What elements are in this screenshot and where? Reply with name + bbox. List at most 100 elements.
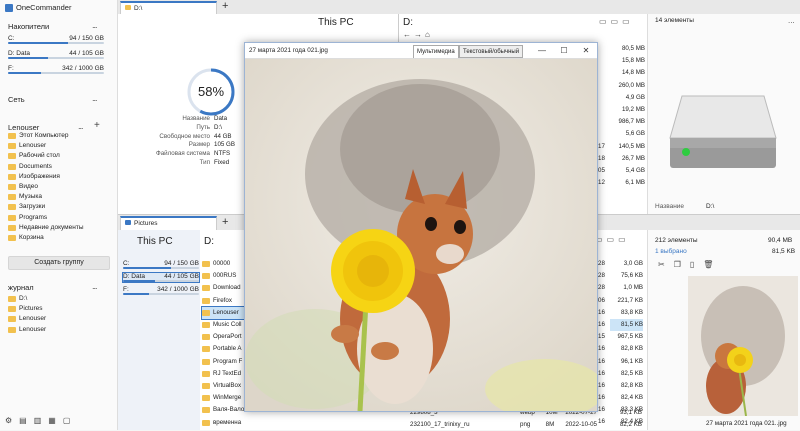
tab-text[interactable]: Текстовый/обычный bbox=[459, 45, 524, 58]
folder-icon bbox=[8, 194, 16, 201]
sidebar-item[interactable]: Загрузки bbox=[8, 202, 113, 212]
drive-item[interactable]: D: Data 44 / 105 GB bbox=[8, 50, 104, 59]
size-cell: 82,4 KB bbox=[620, 394, 643, 402]
layout-icon[interactable]: ▤ bbox=[19, 416, 27, 425]
drive-item[interactable]: D: Data 44 / 105 GB bbox=[122, 272, 200, 283]
folder-name: Lenouser bbox=[213, 308, 239, 316]
folder-icon bbox=[202, 370, 210, 377]
journal-item[interactable]: Lenouser bbox=[8, 314, 113, 324]
sidebar-item[interactable]: Корзина bbox=[8, 233, 113, 243]
folder-row[interactable]: Download bbox=[202, 282, 246, 294]
columns-icon[interactable]: ▥ bbox=[34, 416, 42, 425]
folder-name: Music Coll bbox=[213, 321, 242, 329]
new-tab-button[interactable]: + bbox=[222, 0, 228, 12]
sidebar-item[interactable]: Недавние документы bbox=[8, 223, 113, 233]
settings-icon[interactable]: ⚙ bbox=[5, 416, 12, 425]
folder-row[interactable]: 00000 bbox=[202, 258, 246, 270]
date-cell bbox=[598, 92, 612, 104]
date-cell: 18 bbox=[598, 154, 605, 162]
journal-item[interactable]: Pictures bbox=[8, 304, 113, 314]
path-label-2: D: bbox=[204, 236, 214, 247]
drive-row: C: 94 / 150 GB bbox=[8, 35, 104, 42]
folder-name: RJ TextEd bbox=[213, 369, 242, 377]
folder-row[interactable]: Firefox bbox=[202, 295, 246, 307]
sidebar-item[interactable]: Изображения bbox=[8, 172, 113, 182]
drive-usage: 44 / 105 GB bbox=[164, 273, 199, 280]
file-name: 232100_17_trinixy_ru bbox=[410, 421, 470, 429]
sidebar-item-label: Корзина bbox=[19, 233, 44, 241]
drive-item[interactable]: F: 342 / 1000 GB bbox=[123, 286, 199, 295]
folder-row[interactable]: временна bbox=[202, 416, 246, 428]
window-icon[interactable]: ▢ bbox=[63, 416, 71, 425]
pane-toolbar-icons-2[interactable]: ▭▭▭ bbox=[595, 235, 630, 244]
pane-toolbar-icons[interactable]: ▭▭▭ bbox=[599, 17, 634, 26]
tab-multimedia[interactable]: Мультимедиа bbox=[413, 45, 459, 58]
paste-icon[interactable]: ▯ bbox=[690, 260, 694, 269]
copy-icon[interactable]: ❐ bbox=[674, 260, 681, 269]
folder-row[interactable]: Program F bbox=[202, 356, 246, 368]
size-cell: 260,0 MB bbox=[618, 81, 645, 89]
sidebar-item-label: Этот Компьютер bbox=[19, 132, 69, 140]
viewer-titlebar[interactable]: 27 марта 2021 года 021.jpg Мультимедиа Т… bbox=[245, 43, 597, 59]
sidebar-item-label: Изображения bbox=[19, 172, 60, 180]
sidebar-item-label: Загрузки bbox=[19, 203, 46, 211]
drive-item[interactable]: C: 94 / 150 GB bbox=[123, 260, 199, 269]
folder-row[interactable]: OperaPort bbox=[202, 331, 246, 343]
sidebar-item[interactable]: Музыка bbox=[8, 192, 113, 202]
close-button[interactable]: ✕ bbox=[575, 43, 597, 59]
size-cell: 967,5 KB bbox=[617, 333, 643, 341]
bottom-info-pane: 212 элементы 90,4 MB 1 выбрано 81,5 KB ✂… bbox=[647, 230, 800, 430]
network-more-button[interactable]: ... bbox=[92, 93, 97, 103]
journal-more-button[interactable]: ... bbox=[92, 281, 97, 291]
drive-item[interactable]: F: 342 / 1000 GB bbox=[8, 65, 104, 74]
viewer-title: 27 марта 2021 года 021.jpg bbox=[249, 47, 328, 54]
file-row[interactable]: 232100_17_trinixy_ru png 8M 2022-10-05 82,2 … bbox=[410, 419, 642, 431]
folder-row[interactable]: 000RUS bbox=[202, 270, 246, 282]
folder-icon bbox=[202, 407, 210, 414]
info-more-button[interactable]: ... bbox=[788, 16, 795, 25]
folder-row[interactable]: Music Coll bbox=[202, 319, 246, 331]
drive-usage-bar bbox=[123, 267, 199, 269]
user-more-button[interactable]: ... bbox=[78, 121, 83, 131]
date-cell: 17 bbox=[598, 142, 605, 150]
delete-icon[interactable]: 🗑 bbox=[703, 260, 713, 269]
user-add-button[interactable]: + bbox=[94, 120, 100, 131]
view-icon[interactable]: ▦ bbox=[48, 416, 56, 425]
date-cell: 28 bbox=[598, 272, 605, 280]
folder-row[interactable]: Валя-Вало bbox=[202, 404, 246, 416]
tab-d-drive[interactable]: D:\ bbox=[120, 1, 217, 14]
sidebar-item[interactable]: Рабочий стол bbox=[8, 151, 113, 161]
folder-row[interactable]: RJ TextEd bbox=[202, 368, 246, 380]
maximize-button[interactable]: ☐ bbox=[553, 43, 575, 59]
create-group-button[interactable]: Создать группу bbox=[8, 256, 110, 270]
new-tab-button-2[interactable]: + bbox=[222, 216, 228, 228]
journal-item[interactable]: Lenouser bbox=[8, 325, 113, 335]
sidebar-item[interactable]: Lenouser bbox=[8, 141, 113, 151]
drive-row: C: 94 / 150 GB bbox=[123, 260, 199, 267]
journal-item[interactable]: D:\ bbox=[8, 294, 113, 304]
folder-icon bbox=[8, 163, 16, 170]
drives-more-button[interactable]: ... bbox=[92, 20, 97, 30]
sidebar-item[interactable]: Этот Компьютер bbox=[8, 131, 113, 141]
folder-row[interactable]: WinMerge bbox=[202, 392, 246, 404]
drive-row: D: Data 44 / 105 GB bbox=[123, 273, 199, 280]
drive-item[interactable]: C: 94 / 150 GB bbox=[8, 35, 104, 44]
cut-icon[interactable]: ✂ bbox=[658, 260, 665, 269]
date-cell: 16 bbox=[598, 369, 605, 377]
folder-list: 00000 000RUS Download Firefox Lenouser Music … bbox=[201, 258, 247, 429]
tab-label: D:\ bbox=[134, 5, 143, 12]
tab-pictures[interactable]: Pictures bbox=[120, 216, 217, 230]
sidebar-item-label: Documents bbox=[19, 162, 52, 170]
folder-row[interactable]: Lenouser bbox=[201, 305, 247, 320]
sidebar-item[interactable]: Видео bbox=[8, 182, 113, 192]
folder-row[interactable]: VirtualBox bbox=[202, 380, 246, 392]
folder-row[interactable]: Portable A bbox=[202, 343, 246, 355]
date-cell: 16 bbox=[598, 357, 605, 365]
file-date: 2022-10-05 bbox=[565, 421, 597, 429]
nav-arrows-icon[interactable]: ←→⌂ bbox=[403, 30, 433, 39]
sidebar-item[interactable]: Documents bbox=[8, 162, 113, 172]
size-cell: 80,5 MB bbox=[621, 45, 645, 52]
drive-usage-fill bbox=[123, 267, 171, 269]
sidebar-item[interactable]: Programs bbox=[8, 213, 113, 223]
minimize-button[interactable]: — bbox=[531, 43, 553, 59]
